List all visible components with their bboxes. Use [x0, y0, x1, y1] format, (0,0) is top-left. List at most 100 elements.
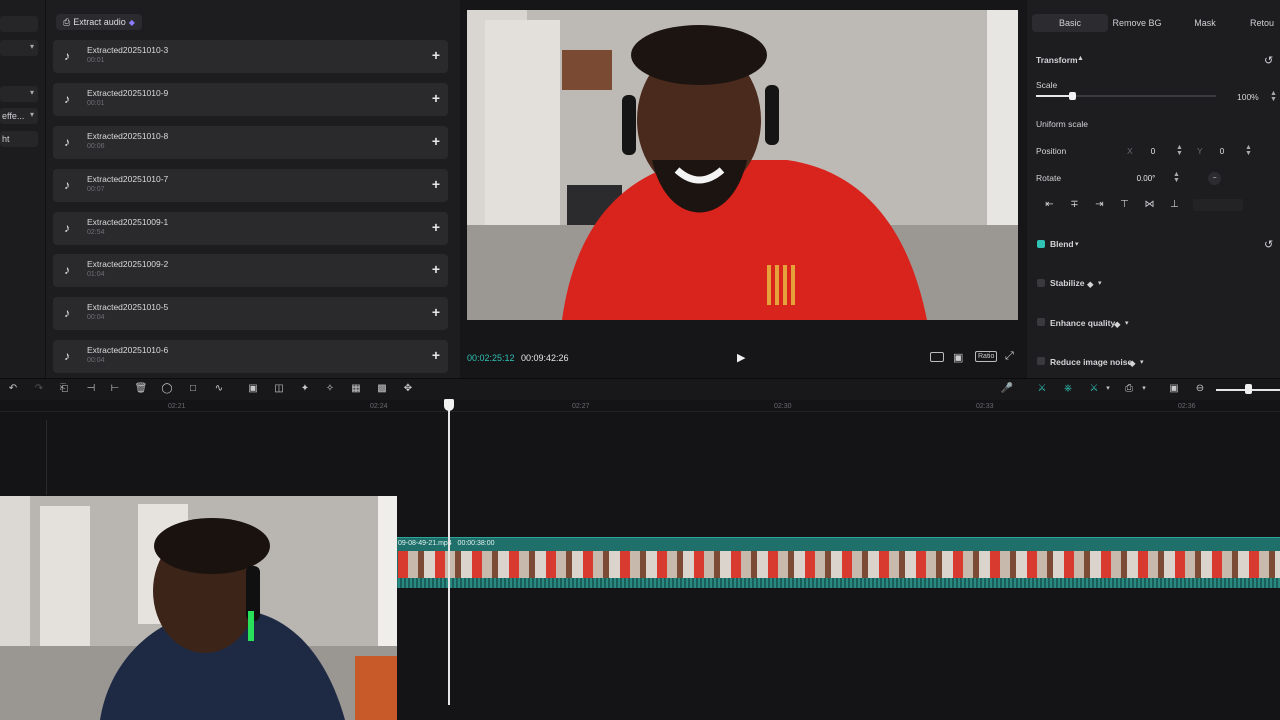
auto-reframe-icon[interactable]: ✦ — [298, 382, 312, 396]
add-icon[interactable]: + — [432, 90, 440, 106]
magnet-snap-icon[interactable]: ⎈ — [1061, 382, 1075, 396]
transform-section-title[interactable]: Transform — [1036, 55, 1078, 65]
fullscreen-icon[interactable]: ⤢ — [1005, 350, 1014, 363]
stabilize-checkbox[interactable] — [1037, 279, 1045, 287]
chevron-down-icon[interactable]: ▾ — [1075, 240, 1079, 248]
left-strip-item[interactable] — [0, 16, 38, 32]
magic-icon[interactable]: ✧ — [323, 382, 337, 396]
media-item[interactable]: ♪ Extracted20251010-5 00:04 + — [53, 297, 448, 330]
tab-remove-bg[interactable]: Remove BG — [1110, 14, 1164, 32]
stepper-icon[interactable]: ▲ ▼ — [1270, 90, 1277, 103]
linkage-icon[interactable]: ⚔ — [1087, 382, 1101, 396]
add-icon[interactable]: + — [432, 176, 440, 192]
media-item-duration: 00:07 — [87, 186, 105, 193]
add-icon[interactable]: + — [432, 133, 440, 149]
chevron-down-icon[interactable]: ▾ — [1125, 319, 1129, 327]
ratio-button[interactable]: Ratio — [975, 351, 998, 362]
more-tools-icon[interactable]: ✥ — [401, 382, 415, 396]
add-icon[interactable]: + — [432, 47, 440, 63]
shield-icon[interactable]: ◯ — [160, 382, 174, 396]
add-icon[interactable]: + — [432, 219, 440, 235]
audio-edit-icon[interactable]: ∿ — [212, 382, 226, 396]
media-item[interactable]: ♪ Extracted20251010-8 00:06 + — [53, 126, 448, 159]
rotate-field[interactable]: 0.00° — [1128, 171, 1164, 185]
media-item[interactable]: ♪ Extracted20251009-1 02:54 + — [53, 212, 448, 245]
chevron-down-icon[interactable]: ▾ — [1101, 382, 1115, 396]
left-strip-effects[interactable]: effe... ▾ — [0, 108, 38, 124]
link-main-track-icon[interactable]: ⚔ — [1035, 382, 1049, 396]
delete-icon[interactable]: 🗑 — [134, 382, 148, 396]
preview-video-frame[interactable] — [467, 10, 1018, 320]
crop-icon[interactable]: □ — [186, 382, 200, 396]
align-center-h-icon[interactable]: ∓ — [1067, 199, 1082, 211]
align-center-v-icon[interactable]: ⋈ — [1142, 199, 1157, 211]
tab-retouch[interactable]: Retou — [1250, 14, 1280, 32]
left-strip-item[interactable]: ht — [0, 131, 38, 147]
media-item[interactable]: ♪ Extracted20251009-2 01:04 + — [53, 254, 448, 287]
media-item[interactable]: ♪ Extracted20251010-9 00:01 + — [53, 83, 448, 116]
blend-label[interactable]: Blend — [1050, 239, 1074, 249]
add-icon[interactable]: + — [432, 304, 440, 320]
left-strip-item[interactable] — [0, 62, 38, 78]
scale-value[interactable]: 100% — [1237, 92, 1259, 102]
undo-icon[interactable]: ↶ — [6, 382, 20, 396]
tab-basic[interactable]: Basic — [1032, 14, 1108, 32]
caption-icon[interactable]: ▦ — [349, 382, 363, 396]
media-item[interactable]: ♪ Extracted20251010-7 00:07 + — [53, 169, 448, 202]
subtitle-icon[interactable] — [930, 352, 944, 362]
mirror-icon[interactable]: ◫ — [272, 382, 286, 396]
premium-gem-icon: ◆ — [1087, 279, 1094, 289]
zoom-fit-icon[interactable]: ▣ — [953, 351, 963, 364]
disabled-align-group — [1193, 199, 1243, 211]
align-left-icon[interactable]: ⇤ — [1042, 199, 1057, 211]
scale-slider-track[interactable] — [1036, 95, 1216, 97]
playhead[interactable] — [448, 400, 450, 705]
media-item[interactable]: ♪ Extracted20251010-6 00:04 + — [53, 340, 448, 373]
split-left-icon[interactable]: ⊣ — [84, 382, 98, 396]
scale-slider-handle[interactable] — [1069, 92, 1076, 100]
playhead-handle[interactable] — [444, 399, 454, 411]
split-icon[interactable]: ⎗ — [57, 382, 71, 396]
image-edit-icon[interactable]: ▩ — [375, 382, 389, 396]
add-icon[interactable]: + — [432, 261, 440, 277]
reset-icon[interactable]: ↺ — [1264, 54, 1273, 67]
align-right-icon[interactable]: ⇥ — [1092, 199, 1107, 211]
fit-timeline-icon[interactable]: ▣ — [1167, 382, 1181, 396]
clip-audio-waveform — [398, 578, 1280, 588]
stepper-icon[interactable]: ▲ ▼ — [1176, 144, 1183, 157]
reduce-noise-label[interactable]: Reduce image noise — [1050, 357, 1132, 367]
stepper-icon[interactable]: ▲ ▼ — [1245, 144, 1252, 157]
extract-audio-button[interactable]: ⎙ Extract audio ◆ — [56, 14, 142, 30]
chevron-down-icon[interactable]: ▾ — [1137, 382, 1151, 396]
tab-mask[interactable]: Mask — [1188, 14, 1222, 32]
preview-axis-icon[interactable]: ⎙ — [1122, 382, 1136, 396]
reduce-noise-checkbox[interactable] — [1037, 357, 1045, 365]
reset-icon[interactable]: ↺ — [1264, 238, 1273, 251]
position-y-field[interactable]: 0 — [1214, 144, 1230, 158]
align-bottom-icon[interactable]: ⊥ — [1167, 199, 1182, 211]
freeze-icon[interactable]: ▣ — [246, 382, 260, 396]
zoom-out-icon[interactable]: ⊖ — [1193, 382, 1207, 396]
redo-icon[interactable]: ↷ — [32, 382, 46, 396]
chevron-down-icon[interactable]: ▾ — [1140, 358, 1144, 366]
clip-thumbnails — [398, 551, 1280, 578]
rotate-dial-icon[interactable]: − — [1208, 172, 1221, 185]
blend-checkbox[interactable] — [1037, 240, 1045, 248]
video-frame-image — [467, 10, 1018, 320]
left-strip-dropdown[interactable]: ▾ — [0, 40, 38, 56]
play-icon[interactable]: ▶ — [737, 351, 745, 364]
position-x-field[interactable]: 0 — [1145, 144, 1161, 158]
zoom-slider-handle[interactable] — [1245, 384, 1252, 394]
media-item[interactable]: ♪ Extracted20251010-3 00:01 + — [53, 40, 448, 73]
align-top-icon[interactable]: ⊤ — [1117, 199, 1132, 211]
stepper-icon[interactable]: ▲ ▼ — [1173, 171, 1180, 184]
enhance-quality-label[interactable]: Enhance quality — [1050, 318, 1115, 328]
chevron-down-icon[interactable]: ▾ — [1098, 279, 1102, 287]
split-right-icon[interactable]: ⊢ — [108, 382, 122, 396]
microphone-icon[interactable]: 🎤 — [1000, 382, 1014, 396]
left-strip-dropdown[interactable]: ▾ — [0, 86, 38, 102]
chevron-up-icon[interactable]: ▲ — [1077, 55, 1084, 62]
add-icon[interactable]: + — [432, 347, 440, 363]
stabilize-label[interactable]: Stabilize — [1050, 278, 1084, 288]
enhance-quality-checkbox[interactable] — [1037, 318, 1045, 326]
